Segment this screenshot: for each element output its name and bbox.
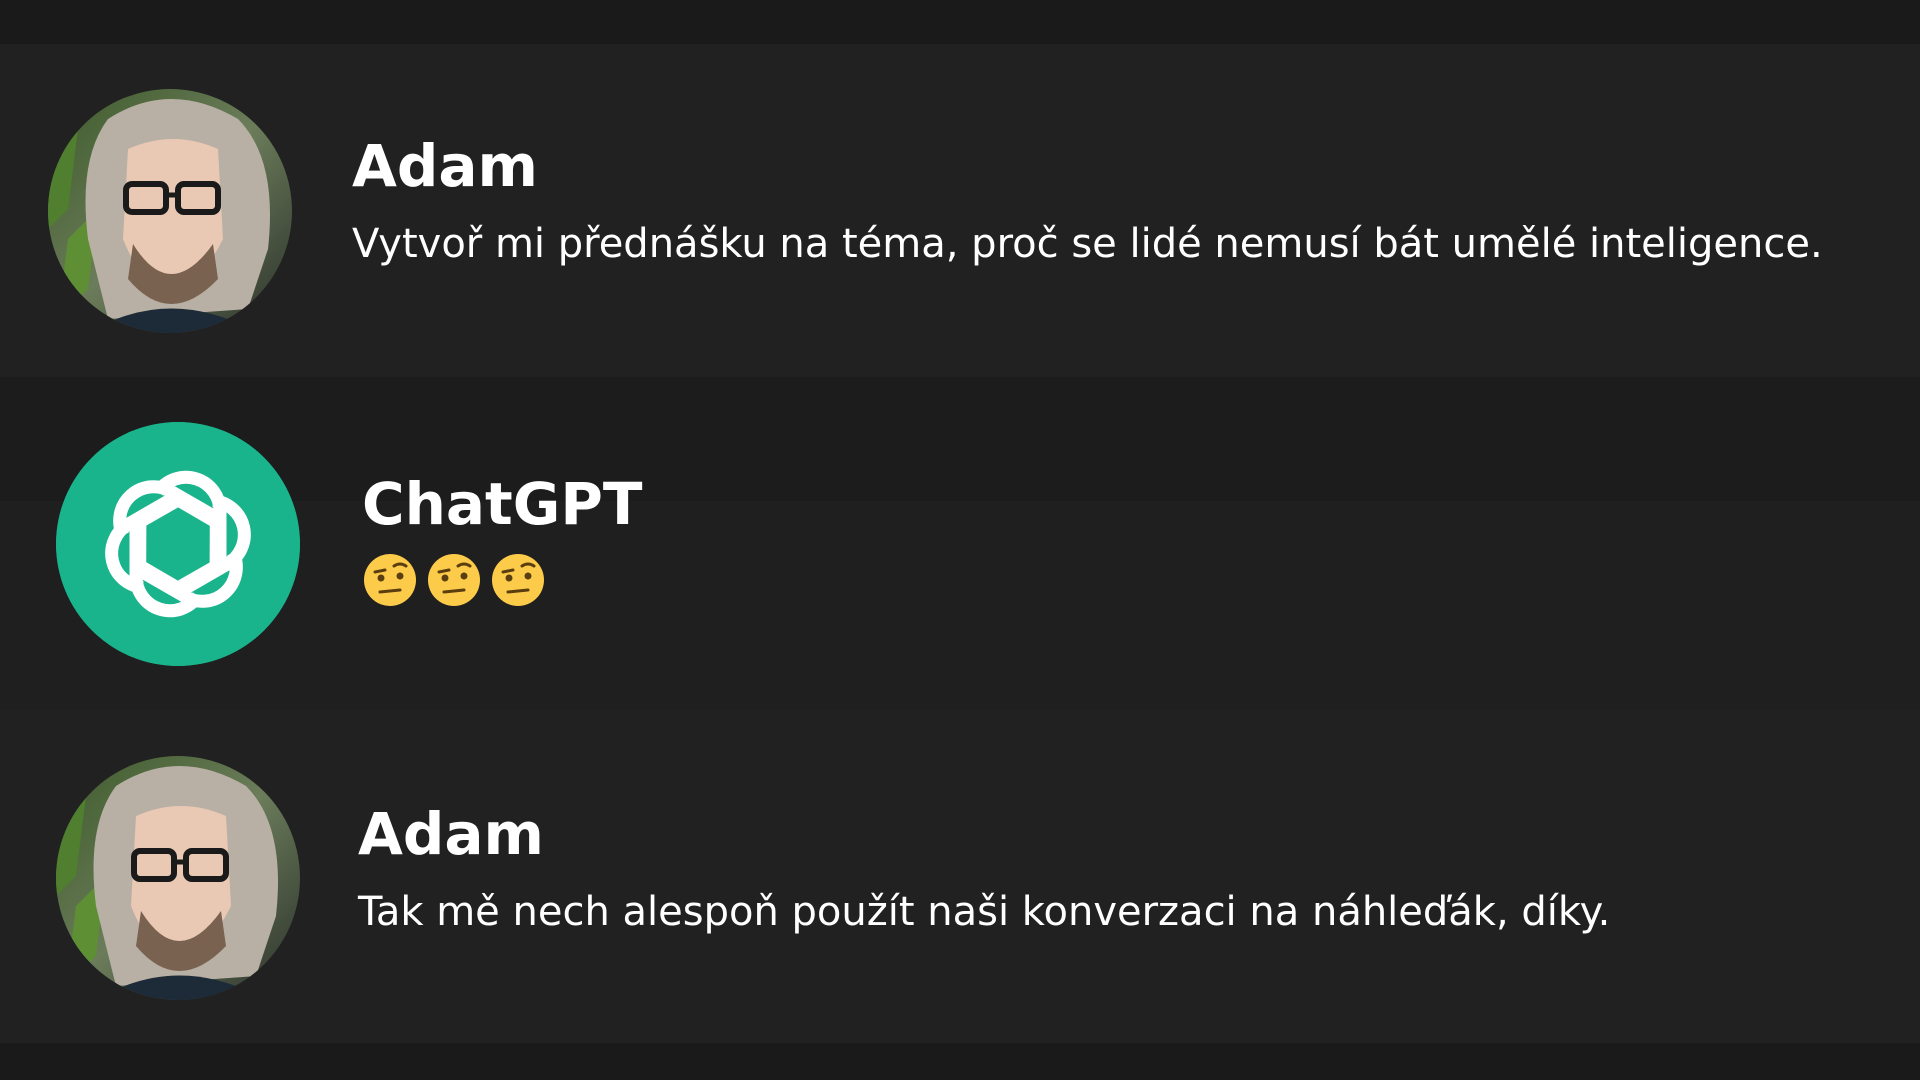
message-text: Vytvoř mi přednášku na téma, proč se lid…: [352, 221, 1823, 267]
openai-logo-icon: [56, 422, 300, 666]
user-photo-avatar-icon: [48, 89, 292, 333]
chat-window: Adam Vytvoř mi přednášku na téma, proč s…: [0, 0, 1920, 1080]
user-avatar: [56, 756, 300, 1000]
user-avatar: [48, 89, 292, 333]
emoji-reply: [362, 552, 546, 608]
message-row: ChatGPT: [0, 377, 1920, 710]
face-with-raised-eyebrow-icon: [364, 554, 416, 606]
message-text: Tak mě nech alespoň použít naši konverza…: [358, 889, 1611, 935]
message-row: Adam Tak mě nech alespoň použít naši kon…: [0, 710, 1920, 1043]
message-author: Adam: [358, 800, 544, 868]
top-bar: [0, 0, 1920, 44]
message-author: ChatGPT: [362, 470, 643, 538]
message-row: Adam Vytvoř mi přednášku na téma, proč s…: [0, 44, 1920, 377]
message-author: Adam: [352, 132, 538, 200]
bottom-bar: [0, 1043, 1920, 1080]
chatgpt-avatar: [56, 422, 300, 666]
face-with-raised-eyebrow-icon: [428, 554, 480, 606]
face-with-raised-eyebrow-icon: [492, 554, 544, 606]
user-photo-avatar-icon: [56, 756, 300, 1000]
